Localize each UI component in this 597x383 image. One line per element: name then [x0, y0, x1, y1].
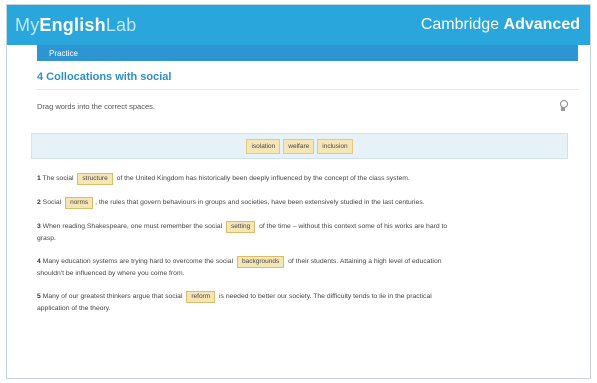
word-chip[interactable]: inclusion	[317, 138, 353, 154]
course-prefix: Cambridge	[420, 16, 504, 33]
answer-gap[interactable]: reform	[186, 291, 216, 303]
lightbulb-icon[interactable]	[556, 99, 570, 113]
myenglishlab-logo[interactable]: MyEnglishLab	[15, 15, 136, 36]
app-window: MyEnglishLab Cambridge Advanced Practice…	[6, 4, 591, 379]
answer-gap[interactable]: setting	[226, 221, 256, 233]
question-number: 2	[37, 199, 41, 206]
exercise-content: 4 Collocations with social Drag words in…	[7, 71, 590, 113]
header-bar: MyEnglishLab Cambridge Advanced	[7, 5, 590, 45]
question-text-after: , the rules that govern behaviours in gr…	[95, 199, 425, 206]
question-text-before: When reading Shakespeare, one must remem…	[42, 223, 223, 230]
question-number: 1	[37, 175, 41, 182]
question-item: 1 The social structure of the United Kin…	[37, 173, 457, 185]
question-text-before: Social	[42, 199, 62, 206]
practice-bar: Practice	[37, 45, 578, 61]
logo-my: My	[15, 14, 40, 35]
question-text-before: The social	[42, 175, 74, 182]
question-text-after: of the United Kingdom has historically b…	[116, 175, 410, 182]
question-number: 3	[37, 223, 41, 230]
exercise-title: 4 Collocations with social	[37, 71, 578, 90]
question-item: 5 Many of our greatest thinkers argue th…	[37, 291, 457, 314]
question-text-before: Many of our greatest thinkers argue that…	[42, 293, 183, 300]
word-bank: isolation welfare inclusion	[31, 133, 568, 159]
word-chip[interactable]: isolation	[246, 138, 281, 154]
question-number: 5	[37, 293, 41, 300]
logo-english: English	[39, 14, 106, 35]
logo-lab: Lab	[105, 14, 137, 35]
question-item: 3 When reading Shakespeare, one must rem…	[37, 221, 457, 244]
answer-gap[interactable]: norms	[65, 197, 94, 209]
answer-gap[interactable]: structure	[77, 173, 113, 185]
question-number: 4	[37, 258, 41, 265]
answer-gap[interactable]: backgrounds	[236, 256, 285, 268]
question-list: 1 The social structure of the United Kin…	[37, 173, 457, 314]
course-level: Advanced	[503, 16, 580, 33]
exercise-instruction: Drag words into the correct spaces.	[37, 101, 155, 111]
instruction-row: Drag words into the correct spaces.	[37, 99, 578, 113]
question-text-before: Many education systems are trying hard t…	[42, 258, 234, 265]
question-item: 2 Social norms, the rules that govern be…	[37, 197, 457, 209]
practice-label: Practice	[49, 48, 78, 58]
course-title: Cambridge Advanced	[421, 16, 580, 34]
word-chip[interactable]: welfare	[283, 138, 315, 154]
question-item: 4 Many education systems are trying hard…	[37, 256, 457, 279]
